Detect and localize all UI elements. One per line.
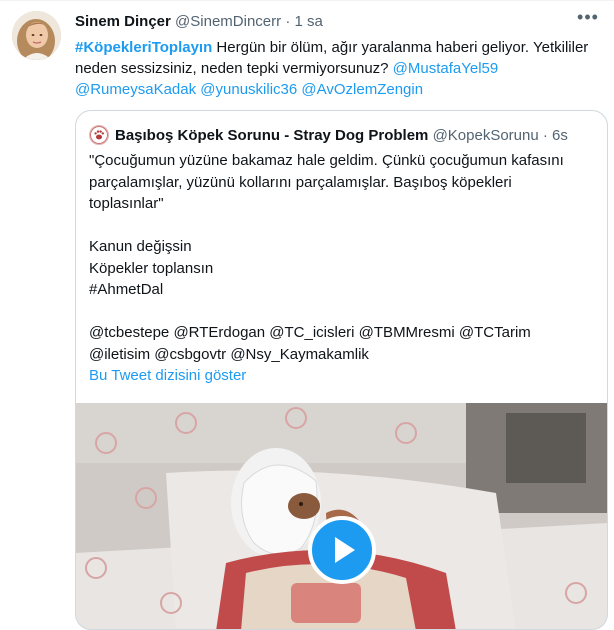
header-separator: · xyxy=(285,13,291,30)
quote-line: "Çocuğumun yüzüne bakamaz hale geldim. Ç… xyxy=(89,152,564,169)
top-divider xyxy=(0,0,614,1)
quote-line xyxy=(89,301,599,323)
quote-line: #AhmetDal xyxy=(89,281,164,298)
quote-line xyxy=(89,215,599,237)
tweet-header: Sinem Dinçer @SinemDincerr · 1 sa xyxy=(75,12,323,32)
quote-author-avatar xyxy=(89,125,109,145)
video-media[interactable] xyxy=(76,403,607,629)
tweet-time[interactable]: 1 sa xyxy=(294,13,322,30)
author-handle[interactable]: @SinemDincerr xyxy=(175,13,281,30)
mention-link[interactable]: @AvOzlemZengin xyxy=(301,81,423,98)
paw-icon xyxy=(90,126,108,144)
author-avatar[interactable] xyxy=(12,11,61,60)
quote-line: parçalamışlar, yüzünü kollarını parçalam… xyxy=(89,173,512,191)
quote-text: "Çocuğumun yüzüne bakamaz hale geldim. Ç… xyxy=(89,150,599,365)
mention-link[interactable]: @yunuskilic36 xyxy=(200,81,297,98)
quote-author-name: Başıboş Köpek Sorunu - Stray Dog Problem xyxy=(115,127,429,144)
tweet-text: #KöpekleriToplayın Hergün bir ölüm, ağır… xyxy=(75,37,595,100)
quote-author-handle: @KopekSorunu xyxy=(432,127,539,144)
play-button[interactable] xyxy=(308,516,376,584)
author-name[interactable]: Sinem Dinçer xyxy=(75,13,171,30)
quoted-tweet[interactable]: Başıboş Köpek Sorunu - Stray Dog Problem… xyxy=(75,110,608,630)
quote-header-separator: · xyxy=(542,127,548,144)
mention-link[interactable]: @MustafaYel59 xyxy=(393,60,499,77)
quote-line: @iletisim @csbgovtr @Nsy_Kaymakamlik xyxy=(89,345,369,363)
quote-line: Kanun değişsin xyxy=(89,238,192,255)
show-thread-link[interactable]: Bu Tweet dizisini göster xyxy=(89,366,246,386)
quote-time: 6s xyxy=(552,127,568,144)
play-icon xyxy=(335,537,355,563)
more-options-button[interactable]: ••• xyxy=(574,8,602,32)
more-icon: ••• xyxy=(577,7,599,27)
quote-header: Başıboş Köpek Sorunu - Stray Dog Problem… xyxy=(115,126,568,146)
hashtag-link[interactable]: #KöpekleriToplayın xyxy=(75,39,212,56)
quote-line: @tcbestepe @RTErdogan @TC_icisleri @TBMM… xyxy=(89,324,531,341)
quote-line: Köpekler toplansın xyxy=(89,259,214,277)
mention-link[interactable]: @RumeysaKadak xyxy=(75,81,196,98)
quote-line: toplasınlar" xyxy=(89,195,164,212)
avatar-image xyxy=(12,11,61,60)
